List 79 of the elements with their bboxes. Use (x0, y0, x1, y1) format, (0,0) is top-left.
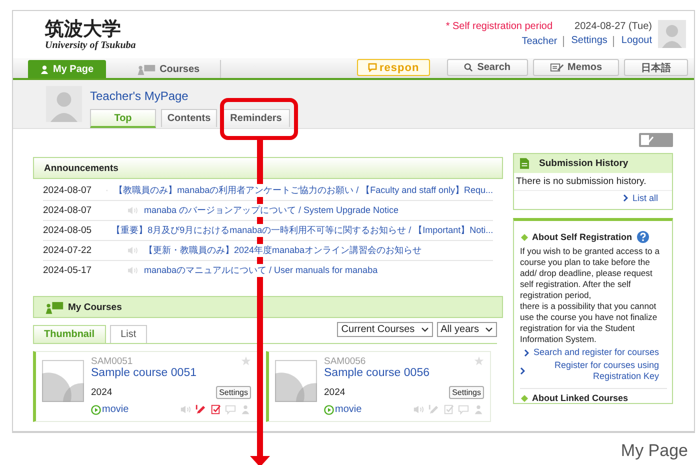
announcement-link[interactable]: manaba のバージョンアップについて / System Upgrade Notice (144, 204, 399, 217)
speaker-icon (127, 266, 138, 275)
speaker-icon (127, 246, 138, 255)
mypage-tab[interactable]: Reminders (222, 109, 290, 127)
classroom-icon (44, 300, 64, 314)
announcement-date: 2024-08-07 (43, 185, 92, 196)
movie-link[interactable]: movie (324, 404, 362, 415)
speech-bubble-icon (368, 63, 376, 72)
nav-button[interactable]: Memos (532, 59, 619, 76)
annotation-caption: My Page (620, 441, 688, 461)
person-icon[interactable] (473, 404, 484, 415)
current-date: 2024-08-27 (Tue) (574, 21, 652, 32)
speaker-icon[interactable] (413, 404, 424, 415)
registration-notice: * Self registration period (446, 21, 553, 32)
user-avatar-icon[interactable] (658, 20, 686, 48)
nav-tab[interactable]: Courses (116, 60, 221, 78)
chat-bubble-icon[interactable] (225, 404, 236, 415)
submission-history-title: Submission History (539, 158, 628, 169)
search-icon (464, 63, 474, 72)
pencil-icon[interactable] (195, 404, 206, 415)
nav-button[interactable]: Search (447, 59, 528, 76)
announcement-link[interactable]: manabaのマニュアルについて / User manuals for manaba (144, 264, 378, 277)
play-icon (324, 404, 334, 414)
play-icon (91, 404, 101, 414)
chevron-right-icon (520, 367, 525, 375)
nav-button[interactable]: 日本語 (624, 59, 688, 76)
star-icon[interactable] (241, 356, 251, 366)
settings-button[interactable]: Settings (449, 386, 484, 399)
registration-link[interactable]: Register for courses using Registration Key (520, 360, 659, 382)
university-logo-title: 筑波大学 (45, 20, 122, 40)
chevron-down-icon (420, 327, 429, 332)
linked-courses-title: About Linked Courses (532, 393, 628, 403)
course-year: 2024 (91, 387, 114, 398)
course-thumbnail-drawing (275, 360, 317, 402)
person-icon[interactable] (240, 404, 251, 415)
registration-link[interactable]: Search and register for courses (524, 347, 659, 358)
announcement-date: 2024-08-07 (43, 205, 93, 216)
course-title-link[interactable]: Sample course 0056 (324, 367, 442, 379)
chevron-down-icon (485, 327, 493, 332)
header-link[interactable]: Settings (563, 36, 608, 47)
user-avatar-icon (46, 86, 82, 122)
header-link[interactable]: Logout (613, 36, 652, 47)
speaker-icon (127, 206, 138, 215)
document-icon (520, 158, 529, 169)
chat-bubble-icon[interactable] (458, 404, 469, 415)
view-tab[interactable]: List (110, 325, 148, 343)
course-code: SAM0056 (324, 356, 367, 367)
header-link[interactable]: Teacher (522, 36, 558, 47)
mypage-title: Teacher's MyPage (90, 89, 190, 103)
filter-dropdown[interactable]: All years (436, 322, 497, 337)
mypage-tab[interactable]: Contents (161, 109, 217, 127)
report-check-icon[interactable] (210, 404, 221, 415)
announcement-date: 2024-07-22 (43, 245, 93, 256)
list-all-link[interactable]: List all (623, 193, 658, 203)
announcement-date: 2024-08-05 (43, 225, 92, 236)
course-year: 2024 (324, 387, 346, 398)
announcements-header: Announcements (33, 157, 503, 179)
memo-icon (550, 63, 564, 72)
course-title-link[interactable]: Sample course 0051 (91, 367, 210, 379)
filter-dropdown[interactable]: Current Courses (337, 322, 433, 337)
course-thumbnail-drawing (42, 360, 84, 402)
diamond-bullet-icon (520, 233, 528, 241)
self-registration-text: there is a possibility that you cannot use the course you have not finalize registration for via the Student Information System. (520, 301, 658, 345)
speaker-icon[interactable] (180, 404, 191, 415)
university-logo-subtitle: University of Tsukuba (45, 40, 136, 50)
self-registration-title: About Self Registration (532, 232, 632, 242)
course-code: SAM0051 (91, 356, 134, 367)
my-courses-title: My Courses (68, 302, 122, 312)
memo-icon[interactable] (639, 133, 673, 147)
help-icon[interactable] (637, 231, 650, 243)
settings-button[interactable]: Settings (216, 386, 251, 399)
star-icon[interactable] (474, 356, 484, 366)
person-icon (40, 64, 49, 74)
chevron-right-icon (623, 194, 628, 202)
submission-history-message: There is no submission history. (514, 173, 672, 191)
movie-link[interactable]: movie (91, 404, 129, 415)
chevron-right-icon (524, 348, 530, 356)
announcement-date: 2024-05-17 (43, 265, 93, 276)
classroom-icon (136, 64, 156, 74)
